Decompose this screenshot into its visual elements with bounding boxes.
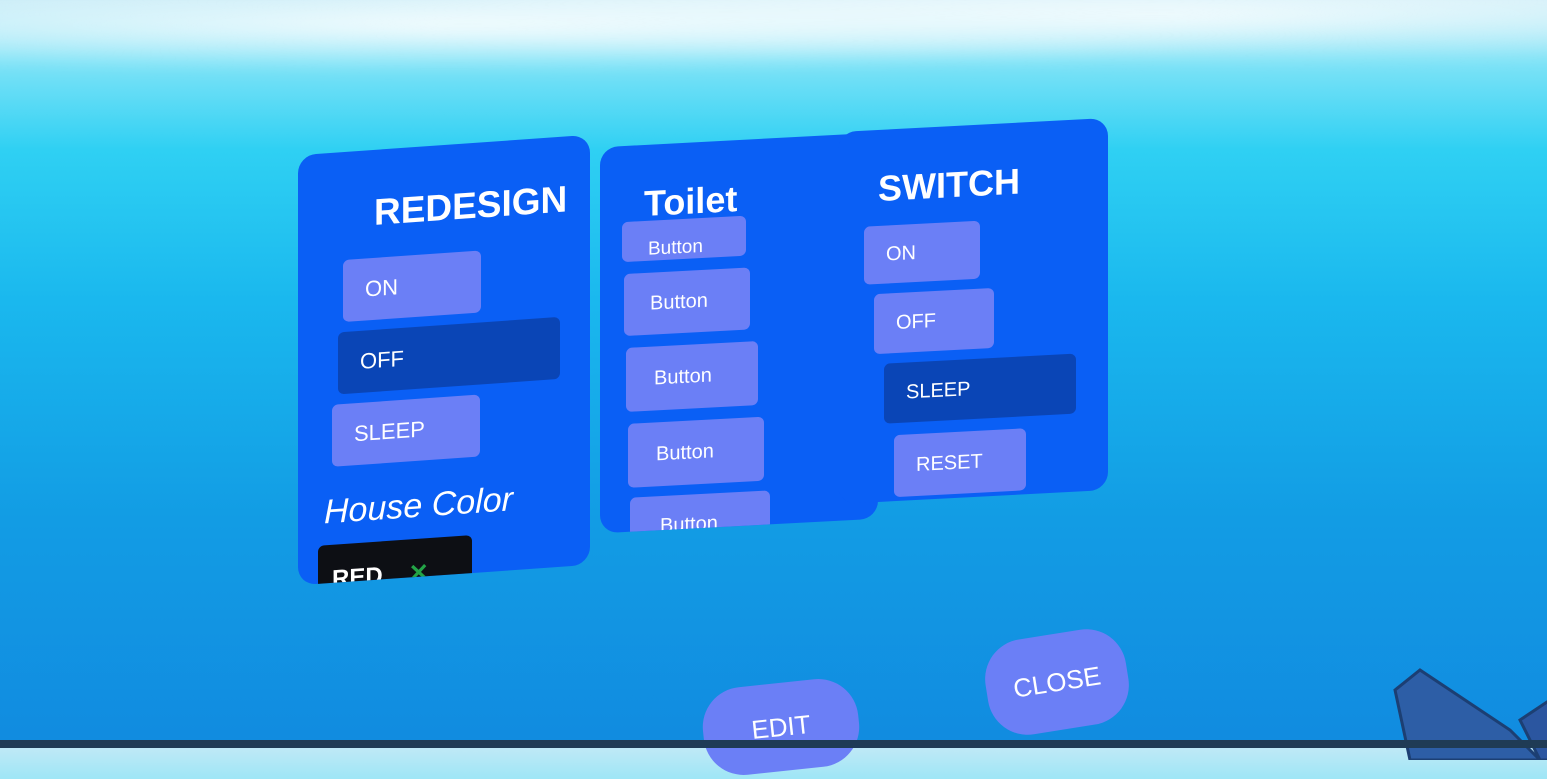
switch-panel: SWITCH ON OFF SLEEP RESET [838, 117, 1108, 505]
edit-button[interactable]: EDIT [698, 675, 864, 779]
redesign-sleep-button[interactable]: SLEEP [332, 394, 480, 467]
redesign-title: REDESIGN [374, 178, 568, 233]
toilet-button-5[interactable]: Button [630, 490, 770, 534]
house-color-select[interactable]: RED ✕ [318, 535, 472, 586]
redesign-off-button[interactable]: OFF [338, 316, 560, 395]
house-color-label: House Color [324, 480, 513, 532]
toilet-panel: Toilet Button Button Button Button Butto… [600, 132, 878, 534]
redesign-on-button[interactable]: ON [343, 250, 481, 323]
switch-reset-button[interactable]: RESET [894, 428, 1026, 498]
toilet-button-2[interactable]: Button [624, 267, 750, 337]
toilet-button-3[interactable]: Button [626, 341, 758, 412]
sky-clouds [0, 0, 1547, 80]
toilet-button-4[interactable]: Button [628, 416, 764, 488]
close-button[interactable]: CLOSE [979, 623, 1135, 741]
house-color-value: RED [332, 562, 383, 586]
redesign-panel: REDESIGN ON OFF SLEEP House Color RED ✕ [298, 134, 590, 586]
switch-title: SWITCH [878, 160, 1020, 209]
toilet-button-1[interactable]: Button [622, 215, 746, 263]
bottom-bar [0, 740, 1547, 748]
switch-on-button[interactable]: ON [864, 220, 980, 285]
switch-sleep-button[interactable]: SLEEP [884, 353, 1076, 424]
x-icon[interactable]: ✕ [409, 559, 429, 585]
switch-off-button[interactable]: OFF [874, 287, 994, 355]
